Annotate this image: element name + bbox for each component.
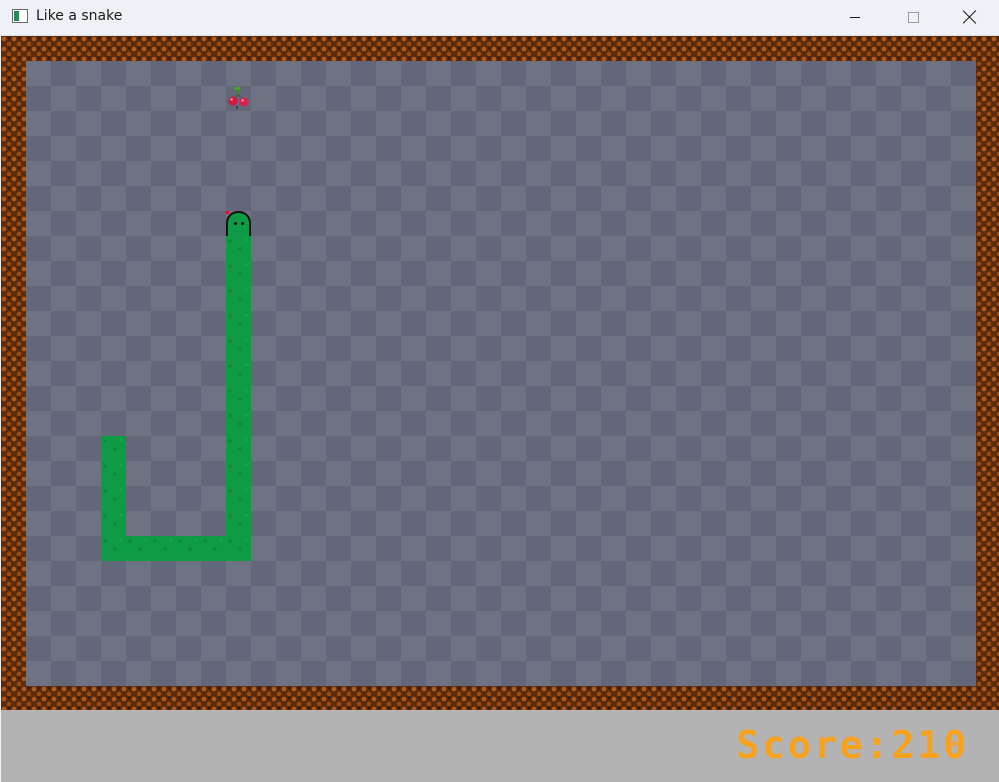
snake-head	[226, 211, 251, 236]
snake-tongue	[226, 211, 229, 214]
status-bar: Score:210	[1, 710, 999, 782]
minimize-button[interactable]	[826, 0, 884, 34]
app-window: Like a snake Score:210	[0, 0, 999, 782]
title-bar[interactable]: Like a snake	[0, 0, 999, 36]
maximize-button[interactable]	[884, 0, 942, 34]
snake-body-vertical-right	[226, 236, 251, 561]
snake-eye-left	[234, 222, 237, 225]
app-window-icon	[12, 9, 28, 23]
window-title: Like a snake	[36, 8, 123, 24]
close-icon	[963, 10, 977, 24]
snake-tail-vertical	[101, 436, 126, 561]
snake-eye-right	[241, 222, 244, 225]
game-board[interactable]	[26, 61, 976, 686]
close-button[interactable]	[941, 0, 999, 34]
score-display: Score:210	[736, 723, 969, 767]
cherry-icon	[228, 87, 249, 109]
minimize-icon	[850, 16, 860, 18]
maximize-icon	[907, 11, 919, 23]
